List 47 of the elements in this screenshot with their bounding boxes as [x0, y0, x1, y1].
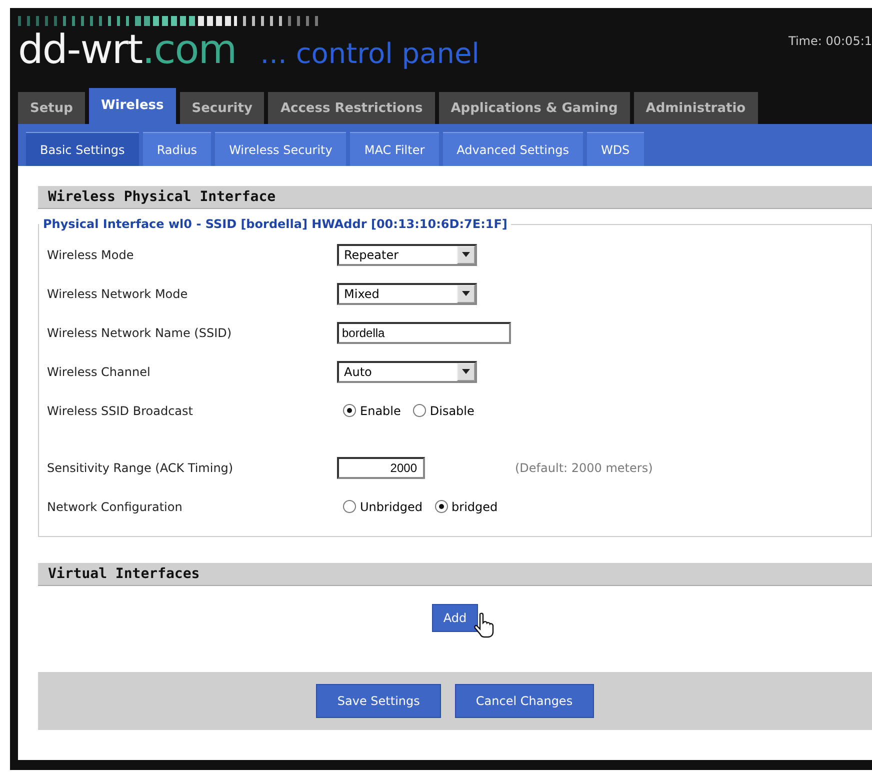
time-text: Time: 00:05:1 — [788, 34, 872, 48]
caret-icon — [457, 284, 475, 302]
input-field[interactable]: bordella — [337, 322, 511, 344]
radio-label: Unbridged — [360, 500, 423, 514]
field-label: Wireless Network Mode — [47, 286, 189, 300]
tab[interactable]: Setup — [18, 92, 85, 124]
tab[interactable]: Wireless — [88, 88, 176, 124]
section-header: Virtual Interfaces — [38, 563, 872, 586]
dropdown[interactable]: Repeater — [337, 244, 477, 266]
field-label: Wireless SSID Broadcast — [47, 404, 194, 418]
section-header: Wireless Physical Interface — [38, 186, 872, 209]
field-label: Sensitivity Range (ACK Timing) — [47, 460, 234, 474]
action-button[interactable]: Cancel Changes — [454, 684, 594, 718]
field-label: Wireless Mode — [47, 248, 135, 262]
radio-label: bridged — [452, 500, 498, 514]
subtab[interactable]: WDS — [586, 132, 644, 166]
radio-button[interactable] — [412, 404, 426, 417]
action-button[interactable]: Save Settings — [316, 684, 441, 718]
hint-text: (Default: 2000 meters) — [515, 460, 653, 474]
input-field[interactable]: 2000 — [337, 456, 425, 478]
tab[interactable]: Security — [180, 92, 264, 124]
tab[interactable]: Administratio — [634, 92, 758, 124]
subtab[interactable]: Basic Settings — [26, 132, 139, 166]
radio-button[interactable] — [434, 500, 448, 513]
tab[interactable]: Access Restrictions — [268, 92, 435, 124]
fieldset-legend: Physical Interface wl0 - SSID [bordella] HWAddr [00:13:10:6D:7E:1F] — [39, 217, 512, 231]
subtab[interactable]: Wireless Security — [215, 132, 346, 166]
tagline: ... control panel — [260, 36, 480, 72]
dropdown[interactable]: Mixed — [337, 282, 477, 304]
radio-button[interactable] — [343, 404, 356, 417]
field-label: Wireless Network Name (SSID) — [47, 326, 233, 340]
hand-cursor-icon — [473, 612, 495, 638]
field-label: Network Configuration — [47, 500, 184, 514]
radio-label: Disable — [430, 404, 474, 418]
subtab[interactable]: MAC Filter — [350, 132, 439, 166]
caret-icon — [457, 362, 475, 380]
radio-button[interactable] — [343, 500, 356, 513]
dropdown[interactable]: Auto — [337, 360, 477, 382]
subtab[interactable]: Radius — [142, 132, 212, 166]
logo: dd-wrt.com — [18, 28, 236, 72]
tab[interactable]: Applications & Gaming — [438, 92, 630, 124]
signal-bar-icon — [18, 16, 318, 26]
caret-icon — [457, 246, 475, 264]
radio-label: Enable — [360, 404, 401, 418]
add-button[interactable]: Add — [432, 604, 478, 632]
field-label: Wireless Channel — [47, 364, 152, 378]
subtab[interactable]: Advanced Settings — [442, 132, 583, 166]
